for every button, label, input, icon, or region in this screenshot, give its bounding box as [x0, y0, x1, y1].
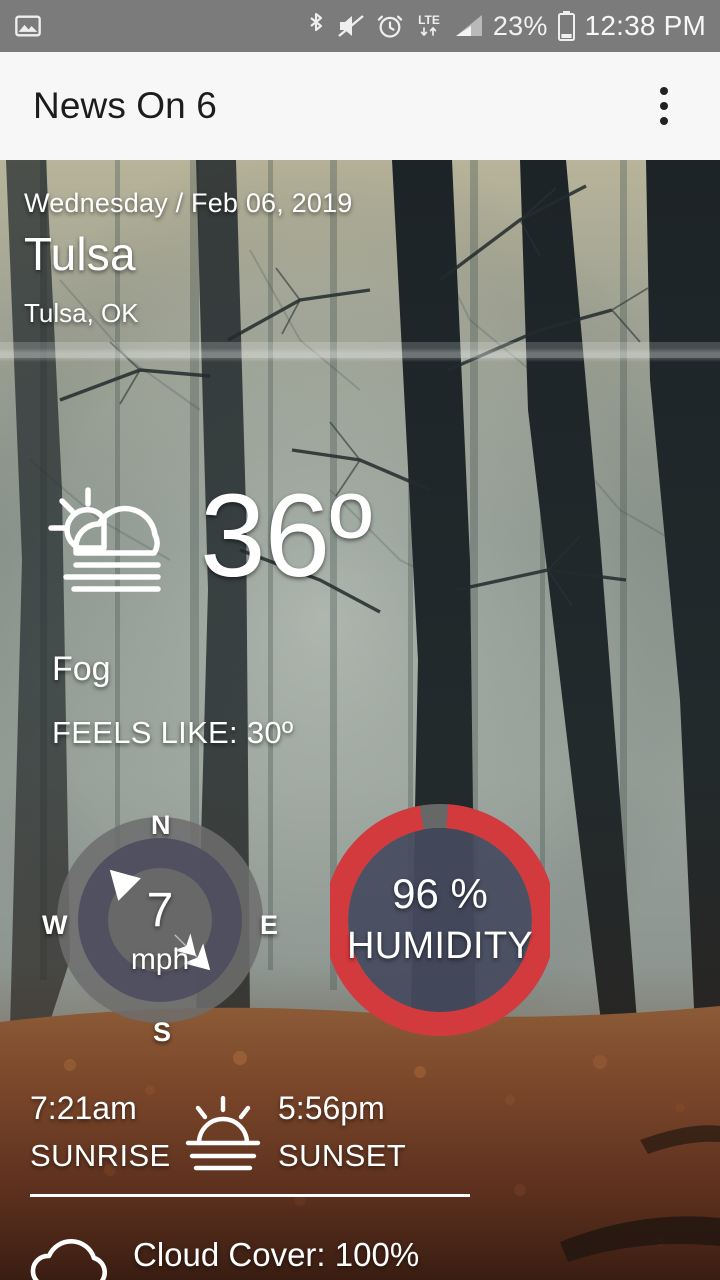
wind-speed-unit: mph: [130, 943, 190, 976]
sunrise-label: SUNRISE: [30, 1138, 171, 1173]
sunset-label: SUNSET: [278, 1138, 407, 1173]
temperature-value: 36º: [200, 470, 372, 602]
sunrise-time: 7:21am: [30, 1090, 137, 1126]
bluetooth-icon: [310, 12, 322, 32]
sun-behind-cloud-fog-icon: [46, 485, 184, 600]
gauges-row: N S W E 7 mph 96 % HUMIDITY: [0, 795, 720, 1055]
status-bar: LTE 23% 12:38 PM: [0, 0, 720, 52]
svg-text:LTE: LTE: [418, 13, 440, 27]
alarm-icon: [377, 15, 403, 38]
sunrise-icon: [182, 1095, 264, 1181]
app-title: News On 6: [33, 85, 217, 126]
overflow-menu-icon[interactable]: [640, 82, 688, 130]
signal-icon: [455, 15, 482, 36]
weather-app-screen: LTE 23% 12:38 PM News On 6 Wednesday / F…: [0, 0, 720, 1280]
clock-label: 12:38 PM: [584, 10, 706, 41]
cloud-cover-label: Cloud Cover: 100%: [133, 1236, 420, 1273]
feels-like-label: FEELS LIKE: 30º: [52, 715, 294, 750]
section-divider: [30, 1194, 470, 1197]
region-label: Tulsa, OK: [24, 298, 139, 328]
wind-compass-gauge[interactable]: N S W E 7 mph: [42, 795, 278, 1047]
cloud-icon: [30, 1232, 118, 1280]
date-label: Wednesday / Feb 06, 2019: [24, 188, 353, 218]
image-icon: [15, 15, 41, 37]
humidity-caption: HUMIDITY: [346, 925, 534, 967]
sunset-time: 5:56pm: [278, 1090, 385, 1126]
mute-icon: [338, 15, 364, 37]
weather-content: Wednesday / Feb 06, 2019 Tulsa Tulsa, OK: [0, 160, 720, 1280]
battery-percent-label: 23%: [492, 10, 548, 41]
sun-row: 7:21am SUNRISE 5:56pm SUNSET: [0, 1090, 720, 1200]
humidity-value: 96 %: [392, 870, 488, 917]
battery-icon: [557, 11, 575, 41]
wind-speed-value: 7: [146, 884, 174, 937]
lte-icon: LTE: [418, 13, 440, 36]
compass-label-south: S: [153, 1017, 172, 1047]
humidity-gauge[interactable]: 96 % HUMIDITY: [324, 795, 556, 1045]
app-bar: News On 6: [0, 52, 720, 160]
cloud-cover-row: Cloud Cover: 100%: [0, 1228, 720, 1280]
condition-label: Fog: [52, 650, 111, 688]
city-name: Tulsa: [24, 228, 136, 280]
header-separator: [0, 348, 720, 362]
compass-label-north: N: [151, 810, 171, 840]
